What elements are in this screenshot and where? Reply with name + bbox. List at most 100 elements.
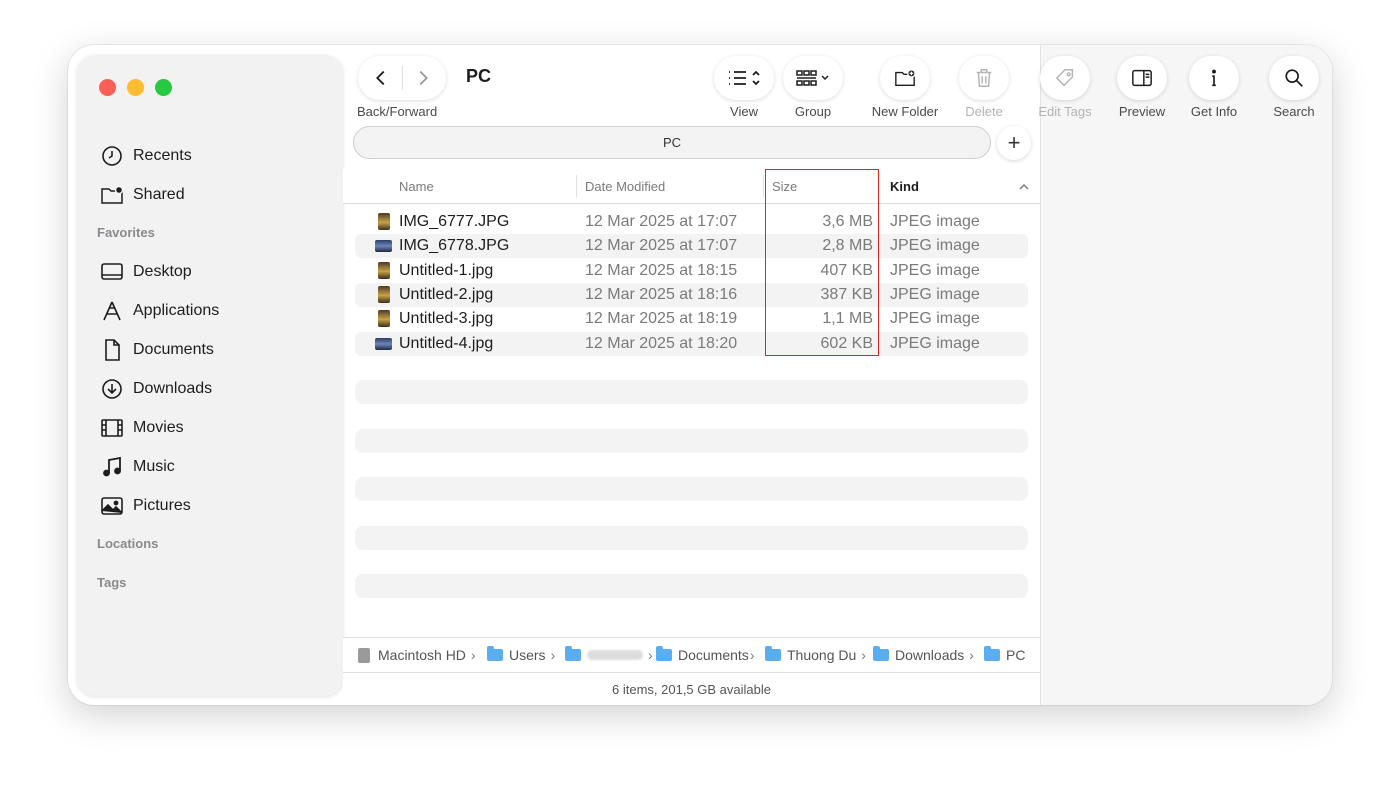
folder-icon bbox=[873, 646, 889, 661]
group-button[interactable] bbox=[783, 56, 843, 100]
forward-button[interactable] bbox=[412, 67, 434, 89]
file-row[interactable]: IMG_6777.JPG 12 Mar 2025 at 17:07 3,6 MB JP… bbox=[355, 210, 1028, 234]
column-header-row: Name Date Modified Size Kind bbox=[343, 169, 1040, 204]
sidebar-item-downloads[interactable]: Downloads bbox=[99, 374, 212, 404]
column-header-kind[interactable]: Kind bbox=[890, 179, 919, 194]
file-date-modified: 12 Mar 2025 at 18:20 bbox=[585, 334, 738, 352]
file-row[interactable]: Untitled-2.jpg 12 Mar 2025 at 18:16 387 KB… bbox=[355, 282, 1028, 307]
new-tab-button[interactable]: + bbox=[997, 126, 1031, 160]
info-icon bbox=[1212, 69, 1216, 87]
file-date-modified: 12 Mar 2025 at 18:16 bbox=[585, 285, 738, 303]
chevron-right-icon: › bbox=[861, 647, 866, 663]
clock-icon bbox=[99, 143, 125, 169]
sidebar-item-music[interactable]: Music bbox=[99, 452, 175, 482]
file-row[interactable]: Untitled-1.jpg 12 Mar 2025 at 18:15 407 KB… bbox=[355, 259, 1028, 283]
sidebar-item-documents[interactable]: Documents bbox=[99, 335, 214, 365]
zoom-window-button[interactable] bbox=[155, 79, 172, 96]
chevron-right-icon: › bbox=[749, 647, 755, 663]
edit-tags-button[interactable] bbox=[1040, 56, 1090, 100]
tags-header[interactable]: Tags bbox=[97, 575, 126, 590]
file-row[interactable]: IMG_6778.JPG 12 Mar 2025 at 17:07 2,8 MB JP… bbox=[355, 234, 1028, 259]
path-crumb-users[interactable]: Users › bbox=[487, 646, 555, 663]
chevron-right-icon: › bbox=[969, 647, 974, 663]
image-thumbnail-icon bbox=[375, 337, 392, 350]
crumb-label: Thuong Du bbox=[787, 647, 857, 663]
crumb-label: Documents bbox=[678, 647, 749, 663]
path-crumb-downloads[interactable]: Downloads › bbox=[873, 646, 974, 663]
file-name: Untitled-4.jpg bbox=[399, 334, 494, 352]
new-folder-label: New Folder bbox=[871, 104, 939, 119]
sidebar-item-desktop[interactable]: Desktop bbox=[99, 257, 192, 287]
preview-button[interactable] bbox=[1117, 56, 1167, 100]
path-crumb-documents[interactable]: Documents › bbox=[656, 646, 755, 663]
home-folder-icon bbox=[565, 646, 581, 661]
empty-row bbox=[355, 574, 1028, 598]
file-row[interactable]: Untitled-3.jpg 12 Mar 2025 at 18:19 1,1 MB… bbox=[355, 307, 1028, 331]
file-date-modified: 12 Mar 2025 at 17:07 bbox=[585, 213, 738, 230]
sidebar-item-label: Shared bbox=[133, 186, 185, 203]
edit-tags-label: Edit Tags bbox=[1038, 104, 1092, 119]
group-label: Group bbox=[794, 104, 832, 119]
column-divider[interactable] bbox=[576, 175, 577, 197]
image-thumbnail-icon bbox=[378, 213, 390, 230]
sidebar: Recents Shared Favorites Desktop Applica… bbox=[77, 55, 343, 696]
new-folder-button[interactable] bbox=[880, 56, 930, 100]
sidebar-item-label: Music bbox=[133, 458, 175, 475]
path-crumb-pc[interactable]: PC bbox=[984, 646, 1026, 663]
locations-header[interactable]: Locations bbox=[97, 536, 158, 551]
folder-icon bbox=[984, 646, 1000, 661]
hard-drive-icon bbox=[358, 647, 370, 663]
column-header-size[interactable]: Size bbox=[772, 179, 797, 194]
sidebar-item-shared[interactable]: Shared bbox=[99, 180, 185, 210]
empty-row bbox=[355, 477, 1028, 501]
file-date-modified: 12 Mar 2025 at 18:15 bbox=[585, 261, 738, 279]
file-date-modified: 12 Mar 2025 at 17:07 bbox=[585, 237, 738, 255]
path-crumb-macintosh-hd[interactable]: Macintosh HD › bbox=[358, 647, 476, 663]
back-button[interactable] bbox=[370, 67, 392, 89]
favorites-header: Favorites bbox=[97, 225, 155, 240]
new-folder-icon bbox=[895, 69, 916, 87]
folder-icon bbox=[487, 646, 503, 661]
delete-button[interactable] bbox=[959, 56, 1009, 100]
sidebar-item-pictures[interactable]: Pictures bbox=[99, 491, 191, 521]
back-forward-control bbox=[358, 56, 446, 100]
close-window-button[interactable] bbox=[99, 79, 116, 96]
file-name: Untitled-3.jpg bbox=[399, 310, 494, 328]
file-name: Untitled-1.jpg bbox=[399, 261, 494, 279]
view-button[interactable] bbox=[714, 56, 774, 100]
sidebar-panel-icon bbox=[1132, 69, 1152, 87]
empty-row bbox=[355, 380, 1028, 404]
image-thumbnail-icon bbox=[375, 240, 392, 253]
file-kind: JPEG image bbox=[890, 334, 980, 352]
get-info-button[interactable] bbox=[1189, 56, 1239, 100]
path-crumb-thuong-du[interactable]: Thuong Du › bbox=[765, 646, 866, 663]
crumb-label: Users bbox=[509, 647, 546, 663]
sort-ascending-icon bbox=[1019, 183, 1029, 190]
sidebar-item-movies[interactable]: Movies bbox=[99, 413, 184, 443]
film-icon bbox=[99, 415, 125, 441]
crumb-label: PC bbox=[1006, 647, 1026, 663]
delete-label: Delete bbox=[965, 104, 1003, 119]
crumb-label: Macintosh HD bbox=[378, 647, 466, 663]
preview-pane bbox=[1040, 45, 1332, 705]
shared-folder-icon bbox=[99, 182, 125, 208]
column-header-name[interactable]: Name bbox=[399, 179, 434, 194]
sidebar-item-applications[interactable]: Applications bbox=[99, 296, 219, 326]
path-crumb-user-home[interactable]: › bbox=[565, 646, 653, 663]
file-kind: JPEG image bbox=[890, 285, 980, 303]
file-row[interactable]: Untitled-4.jpg 12 Mar 2025 at 18:20 602 KB… bbox=[355, 331, 1028, 356]
status-bar: 6 items, 201,5 GB available bbox=[343, 672, 1040, 705]
sidebar-item-label: Recents bbox=[133, 147, 192, 164]
redacted-username bbox=[587, 650, 643, 660]
file-kind: JPEG image bbox=[890, 261, 980, 279]
back-forward-divider bbox=[402, 66, 403, 90]
minimize-window-button[interactable] bbox=[127, 79, 144, 96]
column-divider[interactable] bbox=[763, 175, 764, 197]
tab-pc[interactable]: PC bbox=[353, 126, 991, 159]
sidebar-item-recents[interactable]: Recents bbox=[99, 141, 192, 171]
file-kind: JPEG image bbox=[890, 237, 980, 255]
search-button[interactable] bbox=[1269, 56, 1319, 100]
document-icon bbox=[99, 337, 125, 363]
back-forward-label: Back/Forward bbox=[357, 104, 438, 119]
column-header-date-modified[interactable]: Date Modified bbox=[585, 179, 665, 194]
